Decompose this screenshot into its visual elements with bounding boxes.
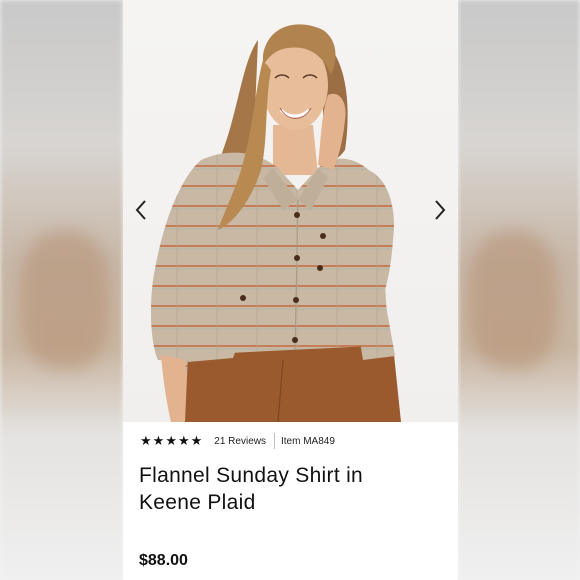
rating-row: ★ ★ ★ ★ ★ 21 Reviews Item MA849 <box>140 433 335 449</box>
right-backdrop <box>458 0 580 580</box>
item-number: Item MA849 <box>280 435 335 447</box>
product-title-line-2: Keene Plaid <box>139 491 256 514</box>
next-image-button[interactable] <box>430 195 450 225</box>
product-card: ★ ★ ★ ★ ★ 21 Reviews Item MA849 Flannel … <box>123 0 458 580</box>
divider <box>273 433 275 449</box>
rating-stars[interactable]: ★ ★ ★ ★ ★ <box>140 435 202 448</box>
chevron-right-icon <box>435 200 446 220</box>
prev-image-button[interactable] <box>131 195 151 225</box>
product-title-line-1: Flannel Sunday Shirt in <box>139 464 364 487</box>
chevron-left-icon <box>135 200 146 220</box>
reviews-link[interactable]: 21 Reviews <box>214 436 266 447</box>
left-backdrop <box>0 0 123 580</box>
star-icon: ★ <box>177 433 190 449</box>
product-price: $88.00 <box>139 552 188 569</box>
product-photo <box>123 0 458 422</box>
product-title: Flannel Sunday Shirt in Keene Plaid <box>139 462 439 516</box>
star-icon: ★ <box>190 433 203 449</box>
star-icon: ★ <box>165 433 177 449</box>
star-icon: ★ <box>152 433 165 449</box>
star-icon: ★ <box>140 433 152 449</box>
